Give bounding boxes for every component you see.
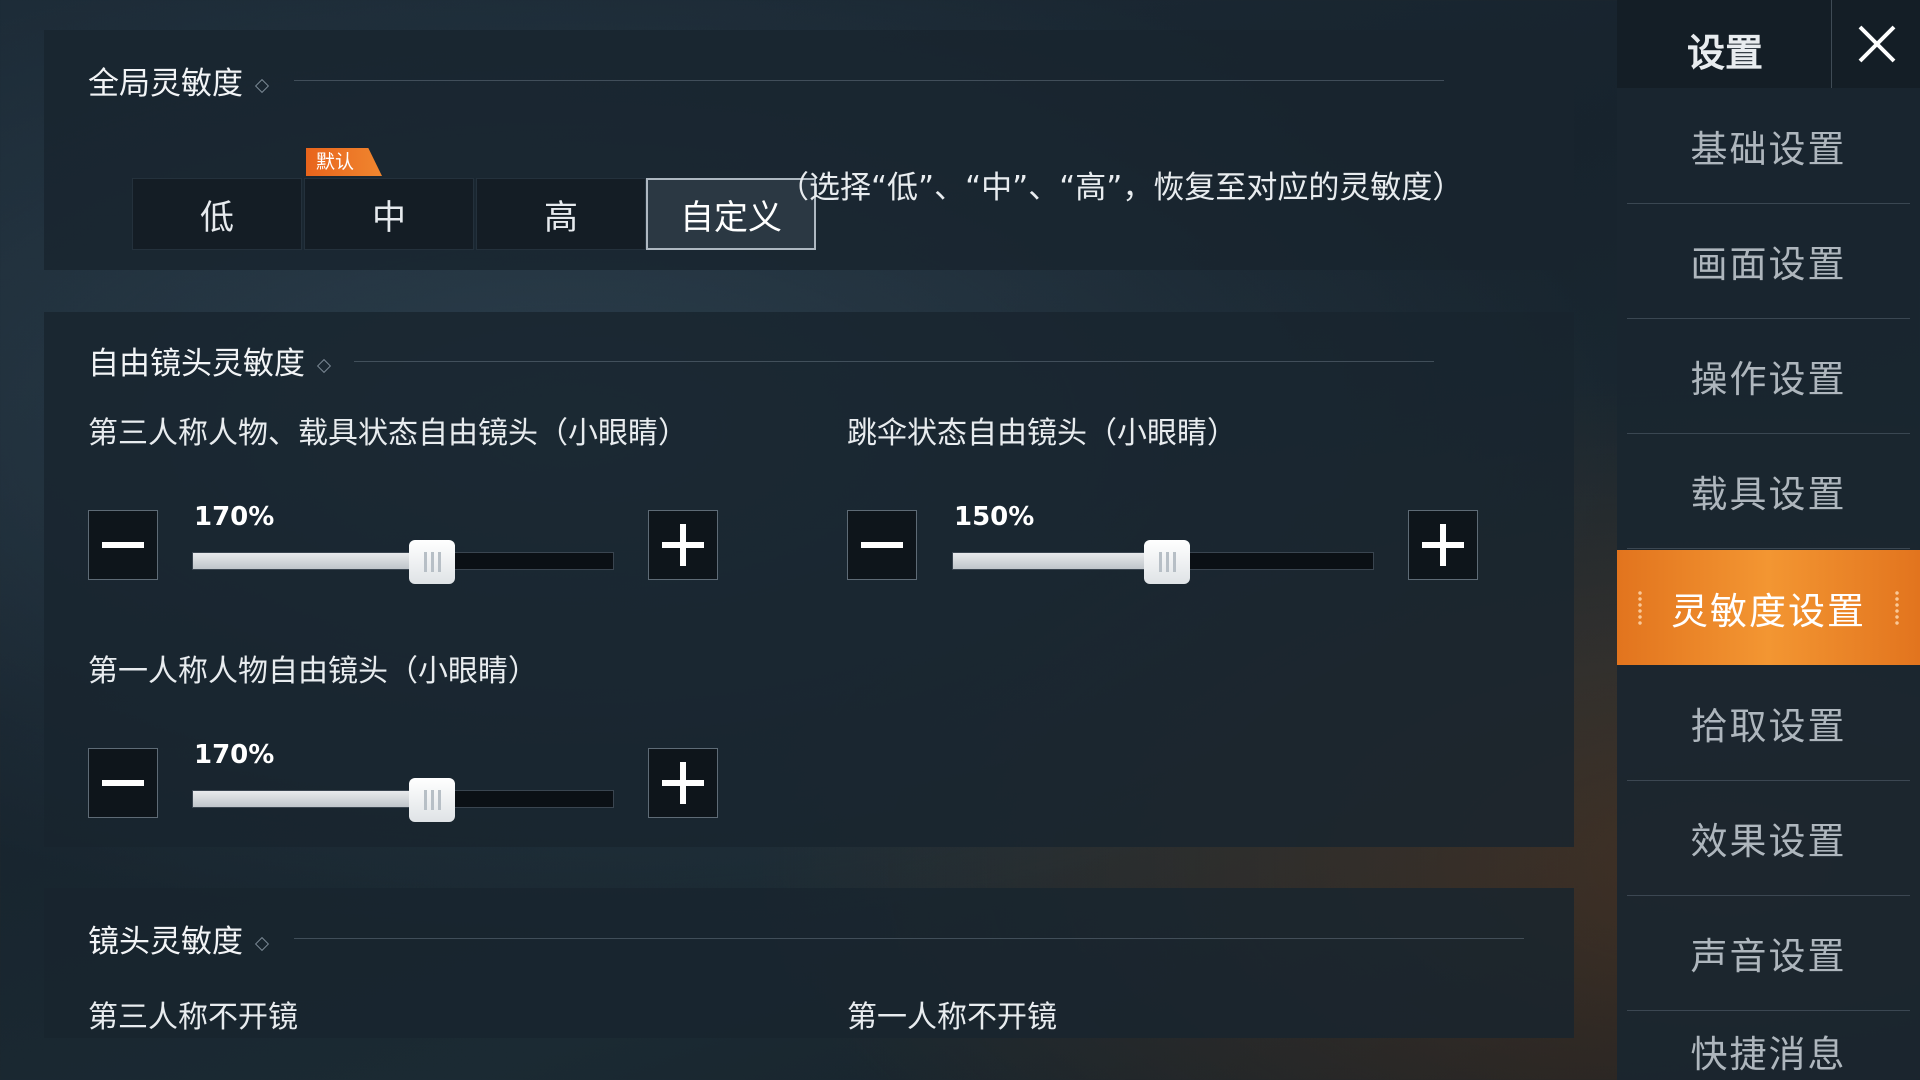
section-title-text: 自由镜头灵敏度 [88, 346, 305, 382]
preset-medium-button[interactable]: 中 [304, 178, 474, 250]
close-icon [1858, 25, 1895, 63]
slider-track[interactable] [192, 540, 614, 584]
title-divider [354, 361, 1434, 362]
default-badge: 默认 [306, 148, 383, 176]
sidebar-item-label: 灵敏度设置 [1671, 589, 1866, 633]
camera-sensitivity-title: 镜头灵敏度 [88, 916, 270, 961]
preset-hint: （选择“低”、“中”、“高”，恢复至对应的灵敏度） [778, 170, 1464, 206]
slider-track[interactable] [952, 540, 1374, 584]
increase-button[interactable] [648, 748, 718, 818]
decrease-button[interactable] [847, 510, 917, 580]
camera-sensitivity-panel: 镜头灵敏度 第三人称不开镜 第一人称不开镜 [44, 888, 1574, 1038]
slider-value: 150% [954, 502, 1035, 532]
increase-button[interactable] [1408, 510, 1478, 580]
sidebar-item-vehicle[interactable]: 载具设置 [1627, 433, 1910, 549]
title-divider [294, 80, 1444, 81]
slider-label-tpp-vehicle: 第三人称人物、载具状态自由镜头（小眼睛） [88, 416, 688, 451]
slider-fill [193, 553, 433, 569]
close-button[interactable] [1831, 0, 1920, 88]
sidebar-item-controls[interactable]: 操作设置 [1627, 318, 1910, 434]
plus-icon [662, 762, 704, 804]
minus-icon [861, 542, 903, 548]
plus-icon [662, 524, 704, 566]
slider-thumb[interactable] [409, 540, 456, 584]
global-sensitivity-panel: 全局灵敏度 默认 低 中 高 自定义 （选择“低”、“中”、“高”，恢复至对应的… [44, 30, 1574, 270]
free-look-title: 自由镜头灵敏度 [88, 338, 332, 383]
free-look-panel: 自由镜头灵敏度 第三人称人物、载具状态自由镜头（小眼睛） 170% 跳伞状态自由… [44, 312, 1574, 847]
preset-high-button[interactable]: 高 [476, 178, 646, 250]
sidebar-header: 设置 [1617, 0, 1920, 88]
sidebar-item-graphics[interactable]: 画面设置 [1627, 203, 1910, 319]
preset-low-button[interactable]: 低 [132, 178, 302, 250]
slider-thumb[interactable] [409, 778, 456, 822]
slider-fill [193, 791, 433, 807]
slider-label-fpp: 第一人称人物自由镜头（小眼睛） [88, 654, 538, 689]
section-title-text: 全局灵敏度 [88, 66, 243, 102]
title-divider [294, 938, 1524, 939]
plus-icon [1422, 524, 1464, 566]
diamond-icon [254, 78, 270, 93]
sidebar-title: 设置 [1687, 31, 1764, 75]
diamond-icon [254, 936, 270, 951]
slider-label-parachute: 跳伞状态自由镜头（小眼睛） [847, 416, 1237, 451]
decrease-button[interactable] [88, 748, 158, 818]
minus-icon [102, 780, 144, 786]
section-title-text: 镜头灵敏度 [88, 924, 243, 960]
grip-dots-decoration [1637, 590, 1643, 626]
slider-track[interactable] [192, 778, 614, 822]
slider-fill [953, 553, 1168, 569]
sidebar-item-quick-messages[interactable]: 快捷消息 [1627, 1010, 1910, 1080]
sidebar-item-effects[interactable]: 效果设置 [1627, 780, 1910, 896]
decrease-button[interactable] [88, 510, 158, 580]
slider-value: 170% [194, 502, 275, 532]
sidebar-item-pickup[interactable]: 拾取设置 [1627, 665, 1910, 781]
increase-button[interactable] [648, 510, 718, 580]
diamond-icon [316, 358, 332, 373]
sidebar-item-basic[interactable]: 基础设置 [1627, 88, 1910, 204]
settings-sidebar: 设置 基础设置 画面设置 操作设置 载具设置 灵敏度设置 拾取设置 效果设置 声… [1617, 0, 1920, 1080]
slider-value: 170% [194, 740, 275, 770]
slider-thumb[interactable] [1144, 540, 1191, 584]
grip-dots-decoration [1894, 590, 1900, 626]
sidebar-item-sensitivity[interactable]: 灵敏度设置 [1617, 550, 1920, 665]
tpp-no-scope-label: 第三人称不开镜 [88, 1000, 298, 1035]
sidebar-item-audio[interactable]: 声音设置 [1627, 895, 1910, 1011]
minus-icon [102, 542, 144, 548]
fpp-no-scope-label: 第一人称不开镜 [847, 1000, 1057, 1035]
global-sensitivity-title: 全局灵敏度 [88, 58, 270, 103]
